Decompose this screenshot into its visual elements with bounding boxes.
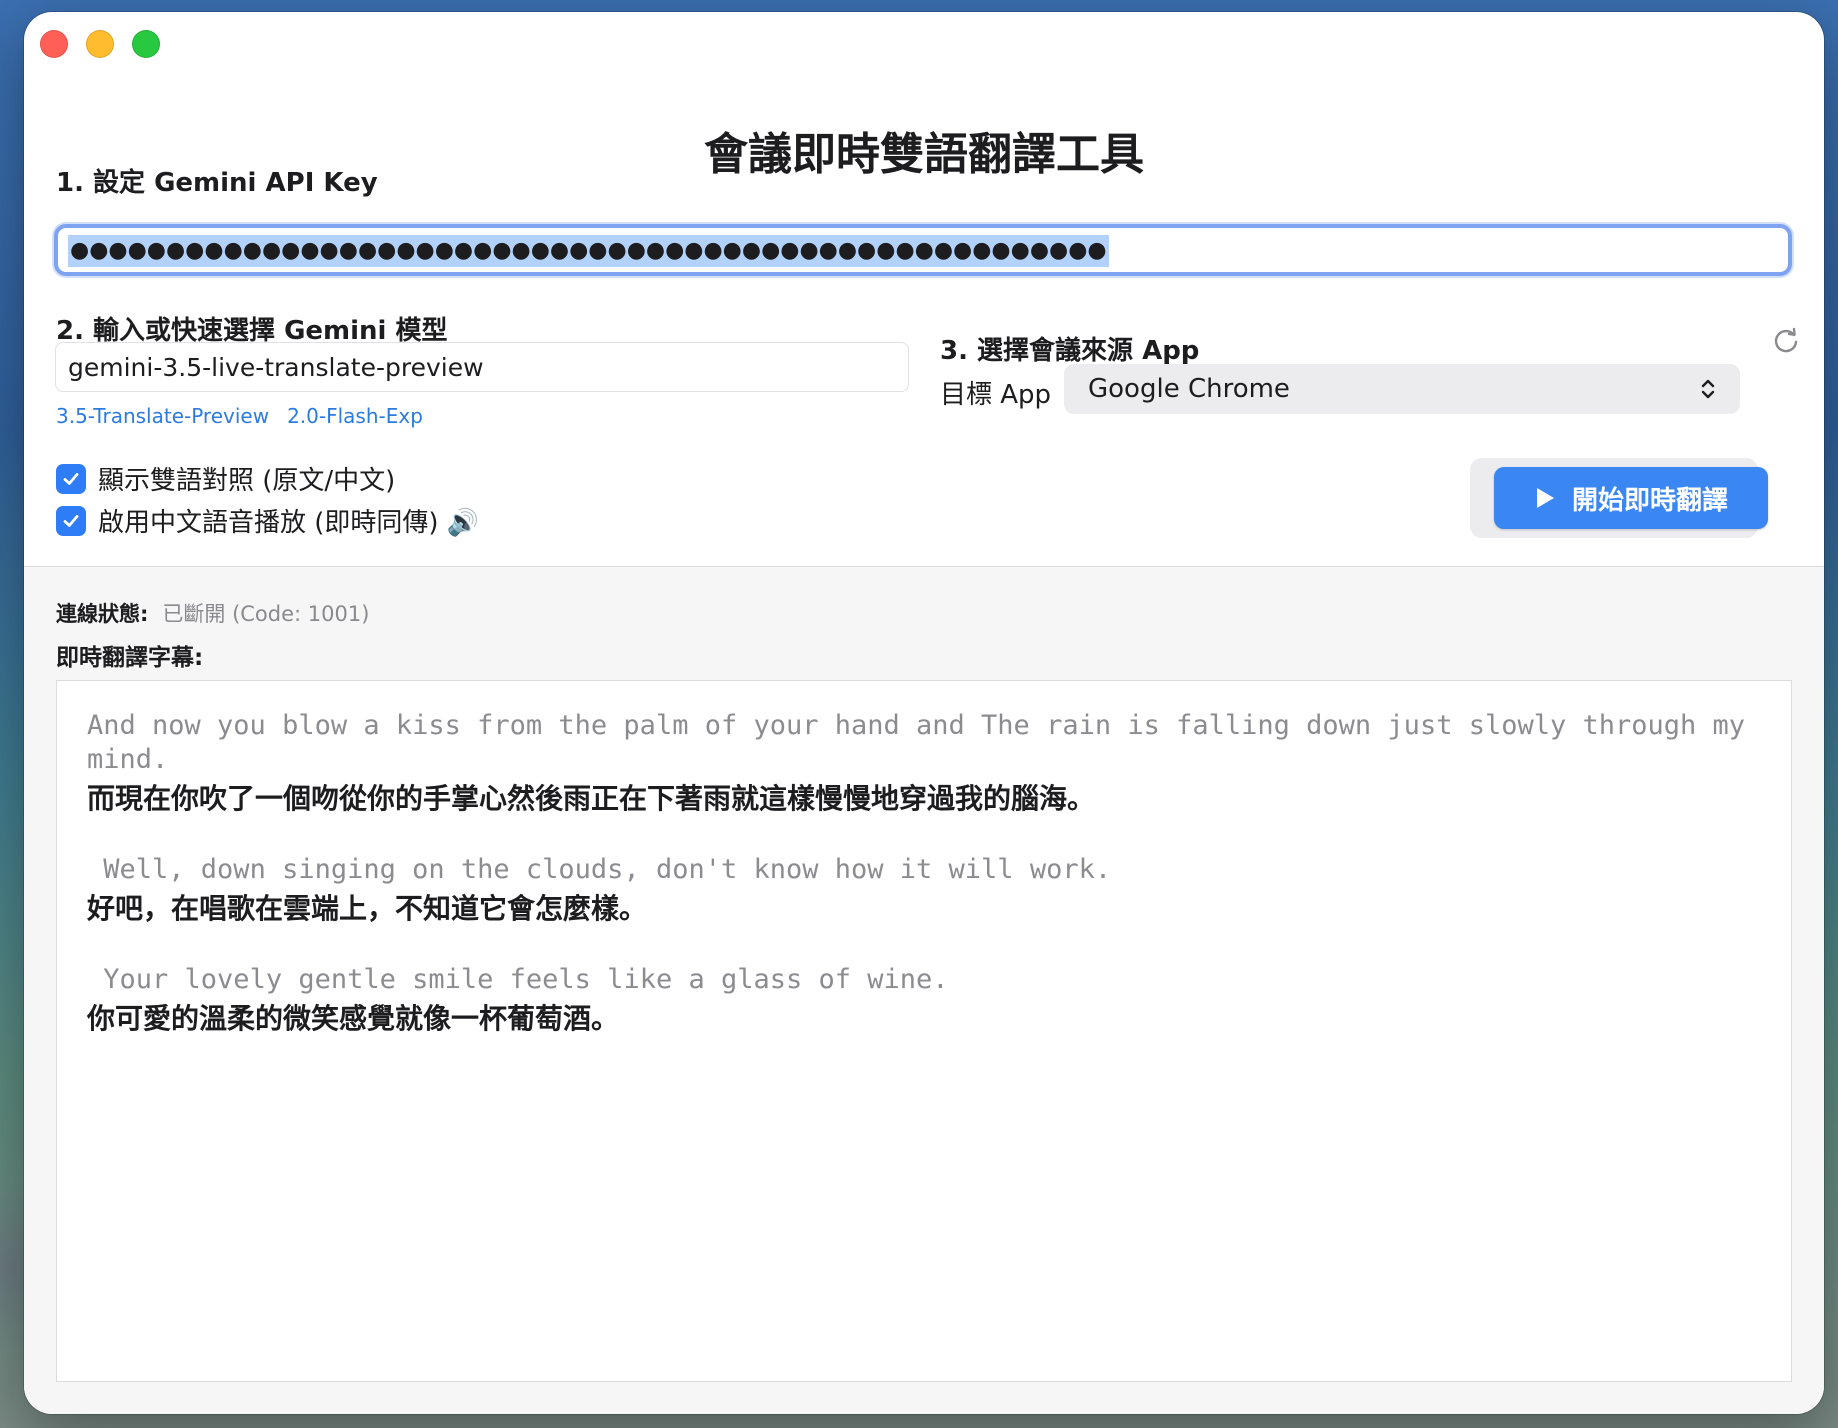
checkmark-icon <box>63 472 79 485</box>
window-controls <box>40 30 160 58</box>
api-key-masked-value: ●●●●●●●●●●●●●●●●●●●●●●●●●●●●●●●●●●●●●●●●… <box>68 235 1109 267</box>
zoom-window-button[interactable] <box>132 30 160 58</box>
subtitle-source-text: Your lovely gentle smile feels like a gl… <box>87 964 949 995</box>
bilingual-option[interactable]: 顯示雙語對照 (原文/中文) <box>56 460 395 497</box>
voice-checkbox[interactable] <box>56 505 86 536</box>
source-app-select[interactable]: Google Chrome <box>1064 364 1740 414</box>
start-translation-button-label: 開始即時翻譯 <box>1571 485 1728 516</box>
minimize-window-button[interactable] <box>86 30 114 58</box>
api-key-input[interactable]: ●●●●●●●●●●●●●●●●●●●●●●●●●●●●●●●●●●●●●●●●… <box>54 224 1792 276</box>
quick-option-3-5-translate-preview[interactable]: 3.5-Translate-Preview <box>56 404 269 428</box>
connection-status: 連線狀態: 已斷開 (Code: 1001) <box>56 598 369 628</box>
subtitle-translation-text: 你可愛的溫柔的微笑感覺就像一杯葡萄酒。 <box>87 1002 620 1035</box>
section-divider <box>24 566 1824 567</box>
subtitle-source-text: And now you blow a kiss from the palm of… <box>87 710 1762 775</box>
subtitle-segment: Well, down singing on the clouds, don't … <box>87 853 1761 929</box>
refresh-icon[interactable] <box>1770 326 1802 358</box>
subtitle-translation-text: 而現在你吹了一個吻從你的手掌心然後雨正在下著雨就這樣慢慢地穿過我的腦海。 <box>87 782 1096 815</box>
voice-option[interactable]: 啟用中文語音播放 (即時同傳) 🔊 <box>56 502 479 539</box>
app-window: 會議即時雙語翻譯工具 1. 設定 Gemini API Key ●●●●●●●●… <box>24 12 1824 1414</box>
voice-option-label: 啟用中文語音播放 (即時同傳) 🔊 <box>98 508 480 538</box>
source-app-label: 3. 選擇會議來源 App <box>940 336 1200 366</box>
subtitle-segment: And now you blow a kiss from the palm of… <box>87 709 1761 819</box>
api-key-label: 1. 設定 Gemini API Key <box>56 168 378 198</box>
subtitle-source-text: Well, down singing on the clouds, don't … <box>87 854 1112 885</box>
chevron-up-down-icon <box>1701 379 1715 399</box>
model-quick-options: 3.5-Translate-Preview 2.0-Flash-Exp <box>56 404 423 428</box>
start-translation-button[interactable]: 開始即時翻譯 <box>1494 467 1768 529</box>
target-app-label: 目標 App <box>940 380 1052 410</box>
quick-option-2-0-flash-exp[interactable]: 2.0-Flash-Exp <box>287 404 423 428</box>
subtitle-segment: Your lovely gentle smile feels like a gl… <box>87 963 1761 1039</box>
source-app-selected-value: Google Chrome <box>1088 374 1290 404</box>
model-input[interactable] <box>55 342 909 392</box>
subtitles-label: 即時翻譯字幕: <box>56 645 204 671</box>
close-window-button[interactable] <box>40 30 68 58</box>
connection-status-value: 已斷開 (Code: 1001) <box>162 602 370 626</box>
subtitle-translation-text: 好吧，在唱歌在雲端上，不知道它會怎麼樣。 <box>87 892 648 925</box>
bilingual-option-label: 顯示雙語對照 (原文/中文) <box>98 466 396 496</box>
bilingual-checkbox[interactable] <box>56 463 86 494</box>
checkmark-icon <box>63 514 79 527</box>
play-icon <box>1536 488 1554 508</box>
subtitle-transcript[interactable]: And now you blow a kiss from the palm of… <box>56 680 1792 1382</box>
connection-status-label: 連線狀態: <box>56 602 149 626</box>
